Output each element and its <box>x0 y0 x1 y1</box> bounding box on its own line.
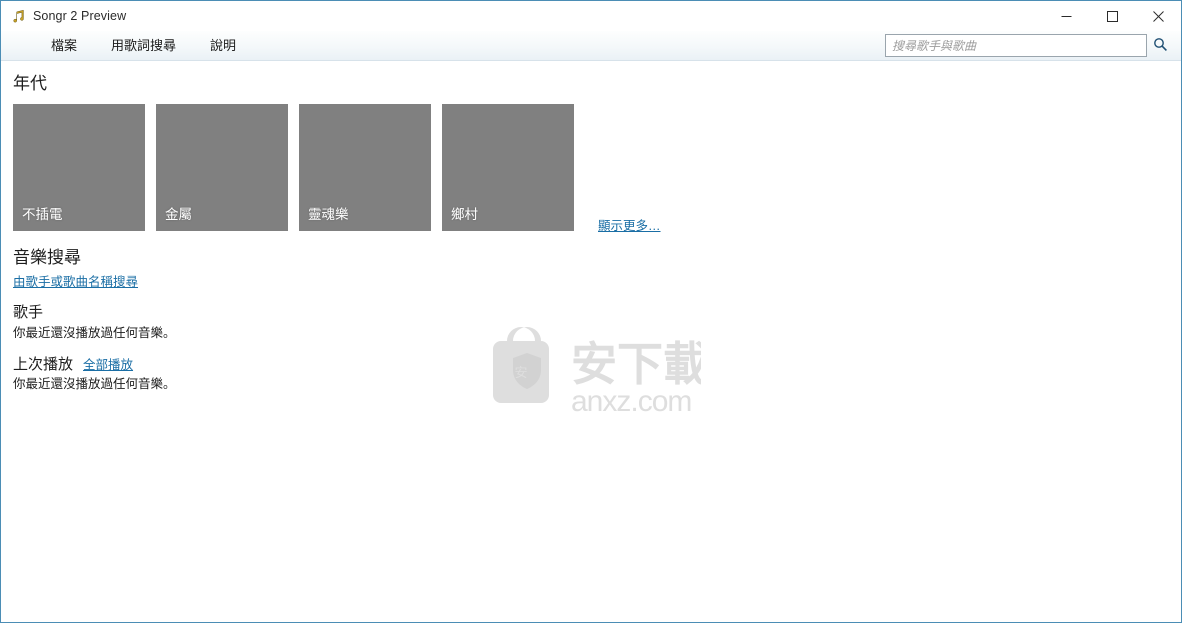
title-bar: Songr 2 Preview <box>1 1 1181 31</box>
close-button[interactable] <box>1135 1 1181 31</box>
show-more-link[interactable]: 顯示更多… <box>598 215 661 234</box>
window-title: Songr 2 Preview <box>33 8 127 23</box>
artists-section: 歌手 你最近還沒播放過任何音樂。 <box>13 305 1169 341</box>
search-by-artist-or-song-link[interactable]: 由歌手或歌曲名稱搜尋 <box>13 271 138 290</box>
search-icon <box>1153 37 1168 55</box>
app-window: Songr 2 Preview 檔案 用歌詞搜尋 說明 搜尋歌手與歌曲 安 安下… <box>0 0 1182 623</box>
genre-tile-label: 鄉村 <box>451 207 478 223</box>
genre-tile-country[interactable]: 鄉村 <box>442 103 574 231</box>
last-played-heading-row: 上次播放 全部播放 <box>13 354 1169 374</box>
window-controls <box>1043 1 1181 31</box>
artists-empty-message: 你最近還沒播放過任何音樂。 <box>13 325 176 340</box>
genre-tile-label: 靈魂樂 <box>308 207 349 223</box>
music-search-title: 音樂搜尋 <box>13 247 81 267</box>
genres-section-title: 年代 <box>13 74 47 93</box>
menu-item-lyrics-search[interactable]: 用歌詞搜尋 <box>101 36 186 55</box>
genre-tile-label: 不插電 <box>22 207 63 223</box>
maximize-button[interactable] <box>1089 1 1135 31</box>
genre-tile-soul[interactable]: 靈魂樂 <box>299 103 431 231</box>
genre-tile-unplugged[interactable]: 不插電 <box>13 103 145 231</box>
play-all-link[interactable]: 全部播放 <box>83 354 133 373</box>
genre-tile-label: 金屬 <box>165 207 192 223</box>
artists-title: 歌手 <box>13 304 44 322</box>
last-played-section: 上次播放 全部播放 你最近還沒播放過任何音樂。 <box>13 354 1169 393</box>
content-area: 安 安下載 anxz.com 年代 不插電 金屬 靈魂樂 鄉村 顯示更多… 音樂… <box>1 61 1181 622</box>
menu-bar: 檔案 用歌詞搜尋 說明 <box>1 31 1181 61</box>
search-button[interactable] <box>1147 34 1173 57</box>
genre-tiles-row: 不插電 金屬 靈魂樂 鄉村 顯示更多… <box>13 103 1169 234</box>
music-search-section: 音樂搜尋 由歌手或歌曲名稱搜尋 <box>13 247 1169 292</box>
last-played-empty-message: 你最近還沒播放過任何音樂。 <box>13 377 176 392</box>
menu-item-file[interactable]: 檔案 <box>41 36 87 55</box>
genre-tile-metal[interactable]: 金屬 <box>156 103 288 231</box>
music-note-icon <box>9 7 27 25</box>
last-played-title: 上次播放 <box>13 355 74 373</box>
menu-item-help[interactable]: 說明 <box>200 36 246 55</box>
minimize-button[interactable] <box>1043 1 1089 31</box>
search-input[interactable] <box>885 34 1147 57</box>
search-area <box>885 34 1173 57</box>
